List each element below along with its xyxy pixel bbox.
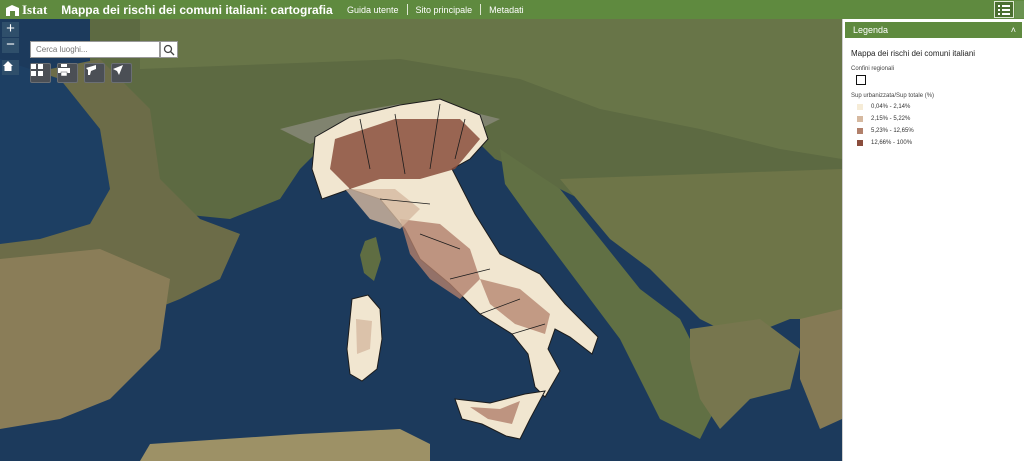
legend-class-row: 0,04% - 2,14% <box>851 101 1021 113</box>
app-header: Istat Mappa dei rischi dei comuni italia… <box>0 0 1024 19</box>
legend-class-row: 12,66% - 100% <box>851 137 1021 149</box>
home-icon <box>3 61 13 71</box>
grid-icon <box>31 64 43 76</box>
legend-panel: Legenda ˄ Mappa dei rischi dei comuni it… <box>842 19 1024 461</box>
nav-separator <box>406 4 408 15</box>
list-icon <box>998 5 1010 15</box>
nav-link-metadati[interactable]: Metadati <box>489 5 524 15</box>
legend-class-swatch <box>857 104 863 110</box>
legend-class-swatch <box>857 116 863 122</box>
istat-logo[interactable]: Istat <box>6 2 47 18</box>
legend-class-list: 0,04% - 2,14% 2,15% - 5,22% 5,23% - 12,65%… <box>851 101 1021 149</box>
legend-class-label: 5,23% - 12,65% <box>871 128 914 134</box>
legend-layer-title: Mappa dei rischi dei comuni italiani <box>851 49 976 58</box>
search-input[interactable] <box>30 41 160 58</box>
layers-button[interactable] <box>1015 1 1024 18</box>
zoom-out-button[interactable]: − <box>2 37 19 53</box>
legend-class-label: 12,66% - 100% <box>871 140 913 146</box>
legend-header-label: Legenda <box>853 25 889 35</box>
legend-class-row: 2,15% - 5,22% <box>851 113 1021 125</box>
home-button[interactable] <box>2 60 19 75</box>
legend-list-button[interactable] <box>994 1 1014 18</box>
print-button[interactable] <box>57 63 78 83</box>
nav-link-guida[interactable]: Guida utente <box>347 5 399 15</box>
nav-separator <box>480 4 482 15</box>
basemap-gallery-button[interactable] <box>30 63 51 83</box>
measure-button[interactable] <box>84 63 105 83</box>
top-nav: Guida utente Sito principale Metadati <box>347 0 524 19</box>
legend-class-label: 0,04% - 2,14% <box>871 104 911 110</box>
logo-icon <box>6 4 19 16</box>
search-button[interactable] <box>160 41 178 58</box>
legend-class-swatch <box>857 140 863 146</box>
logo-text: Istat <box>22 1 48 17</box>
boundary-swatch <box>856 75 866 85</box>
search-icon <box>163 44 175 56</box>
locate-icon <box>113 65 123 75</box>
legend-class-row: 5,23% - 12,65% <box>851 125 1021 137</box>
satellite-map <box>0 19 842 461</box>
boundary-label: Confini regionali <box>851 66 895 72</box>
legend-class-label: 2,15% - 5,22% <box>871 116 911 122</box>
print-icon <box>58 64 70 76</box>
ratio-label: Sup urbanizzata/Sup totale (%) <box>851 93 935 99</box>
collapse-icon[interactable]: ˄ <box>1011 22 1016 38</box>
legend-class-swatch <box>857 128 863 134</box>
measure-icon <box>86 65 96 75</box>
legend-body: Mappa dei rischi dei comuni italiani Con… <box>851 49 1021 149</box>
legend-header[interactable]: Legenda ˄ <box>845 22 1022 38</box>
page-title: Mappa dei rischi dei comuni italiani: ca… <box>61 2 333 17</box>
zoom-in-button[interactable]: + <box>2 21 19 37</box>
map-view[interactable]: + − <box>0 19 842 461</box>
locate-button[interactable] <box>111 63 132 83</box>
nav-link-sito[interactable]: Sito principale <box>416 5 473 15</box>
